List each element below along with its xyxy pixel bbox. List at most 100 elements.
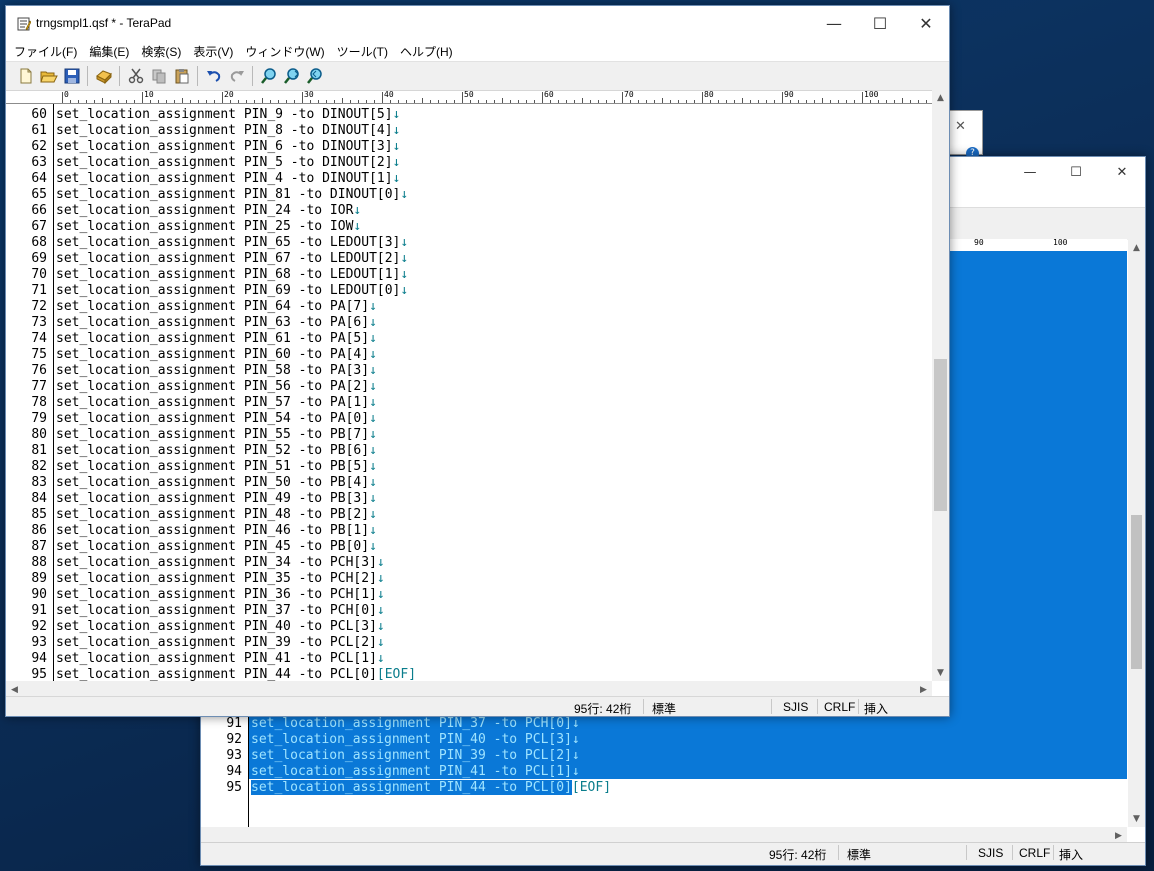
find-icon[interactable]	[257, 65, 280, 87]
line-number: 70	[31, 267, 47, 282]
new-file-icon[interactable]	[14, 65, 37, 87]
back-scroll-down-icon[interactable]: ▼	[1128, 810, 1145, 827]
dialog-close-icon[interactable]: ✕	[955, 119, 966, 134]
back-vertical-scrollbar[interactable]: ▲ ▼	[1128, 239, 1145, 827]
find-next-icon[interactable]	[280, 65, 303, 87]
ruler-tick	[718, 100, 719, 103]
ruler-tick	[206, 100, 207, 103]
line-text: set_location_assignment PIN_81 -to DINOU…	[56, 187, 401, 202]
print-icon[interactable]	[92, 65, 115, 87]
statusbar: 95行: 42桁 標準 SJIS CRLF 挿入	[6, 696, 949, 716]
status-mode: 標準	[652, 702, 677, 716]
scroll-up-icon[interactable]: ▲	[932, 89, 949, 106]
ruler-tick	[630, 100, 631, 103]
back-status-divider	[966, 845, 967, 860]
back-line-number: 92	[226, 732, 242, 747]
back-newline-mark-icon: ↓	[571, 732, 580, 747]
ruler-tick	[910, 100, 911, 103]
ruler-tick	[702, 92, 703, 103]
menu-edit[interactable]: 編集(E)	[83, 43, 135, 60]
titlebar: trngsmpl1.qsf * - TeraPad — ☐ ✕	[6, 6, 949, 41]
eof-marker: [EOF]	[376, 667, 417, 682]
ruler-label: 90	[784, 91, 794, 99]
ruler-tick	[422, 98, 423, 103]
text-line: 76 set_location_assignment PIN_58 -to PA[…	[6, 363, 416, 379]
line-number: 91	[31, 603, 47, 618]
copy-icon[interactable]	[147, 65, 170, 87]
menu-window[interactable]: ウィンドウ(W)	[239, 43, 330, 60]
back-maximize-button[interactable]: ☐	[1053, 157, 1099, 187]
back-vscroll-thumb[interactable]	[1131, 515, 1142, 669]
ruler-tick	[126, 100, 127, 103]
line-number: 89	[31, 571, 47, 586]
vscroll-thumb[interactable]	[934, 359, 947, 511]
close-button[interactable]: ✕	[903, 6, 949, 40]
scroll-down-icon[interactable]: ▼	[932, 664, 949, 681]
undo-icon[interactable]	[202, 65, 225, 87]
newline-mark-icon: ↓	[376, 555, 385, 570]
back-scroll-up-icon[interactable]: ▲	[1128, 239, 1145, 256]
line-text: set_location_assignment PIN_61 -to PA[5]	[56, 331, 370, 346]
menu-view[interactable]: 表示(V)	[187, 43, 239, 60]
text-line: 73 set_location_assignment PIN_63 -to PA[…	[6, 315, 416, 331]
ruler-tick	[830, 100, 831, 103]
line-number: 84	[31, 491, 47, 506]
background-dialog: ✕ ?	[948, 110, 983, 160]
ruler-tick	[486, 100, 487, 103]
ruler-label: 40	[384, 91, 394, 99]
text-line: 95 set_location_assignment PIN_44 -to PCL…	[6, 667, 416, 682]
text-line: 81 set_location_assignment PIN_52 -to PB[…	[6, 443, 416, 459]
cut-icon[interactable]	[124, 65, 147, 87]
back-minimize-button[interactable]: —	[1007, 157, 1053, 187]
ruler-tick	[782, 92, 783, 103]
text-line: 65 set_location_assignment PIN_81 -to DIN…	[6, 187, 416, 203]
caption-buttons: — ☐ ✕	[811, 6, 949, 40]
menu-file[interactable]: ファイル(F)	[8, 43, 83, 60]
ruler-tick	[806, 100, 807, 103]
find-prev-icon[interactable]	[303, 65, 326, 87]
menu-search[interactable]: 検索(S)	[135, 43, 187, 60]
vertical-scrollbar[interactable]: ▲ ▼	[932, 89, 949, 681]
save-icon[interactable]	[60, 65, 83, 87]
open-folder-icon[interactable]	[37, 65, 60, 87]
line-number: 92	[31, 619, 47, 634]
line-number: 68	[31, 235, 47, 250]
line-number: 83	[31, 475, 47, 490]
back-horizontal-scrollbar[interactable]: ▶	[201, 827, 1127, 843]
redo-icon[interactable]	[225, 65, 248, 87]
ruler-tick	[534, 100, 535, 103]
newline-mark-icon: ↓	[369, 475, 377, 490]
ruler-tick	[790, 100, 791, 103]
line-text: set_location_assignment PIN_34 -to PCH[3…	[56, 555, 377, 570]
text-line: 72 set_location_assignment PIN_64 -to PA[…	[6, 299, 416, 315]
back-status-divider	[1053, 845, 1054, 860]
text-editor[interactable]: 60 set_location_assignment PIN_9 -to DINO…	[6, 104, 949, 682]
newline-mark-icon: ↓	[369, 347, 377, 362]
ruler-tick	[214, 100, 215, 103]
ruler-tick	[774, 100, 775, 103]
back-newline-mark-icon: ↓	[571, 748, 580, 763]
paste-icon[interactable]	[170, 65, 193, 87]
ruler-tick	[558, 100, 559, 103]
line-number: 88	[31, 555, 47, 570]
ruler-tick	[862, 92, 863, 103]
line-text: set_location_assignment PIN_5 -to DINOUT…	[56, 155, 393, 170]
ruler-tick	[430, 100, 431, 103]
text-line: 66 set_location_assignment PIN_24 -to IOR…	[6, 203, 416, 219]
text-line: 91 set_location_assignment PIN_37 -to PCH…	[6, 603, 416, 619]
terapad-app-icon	[17, 17, 31, 31]
ruler-tick	[70, 100, 71, 103]
ruler-tick	[854, 100, 855, 103]
maximize-button[interactable]: ☐	[857, 6, 903, 40]
line-text: set_location_assignment PIN_46 -to PB[1]	[56, 523, 370, 538]
back-status-divider	[838, 845, 839, 860]
back-status-newline: CRLF	[1019, 846, 1051, 860]
minimize-button[interactable]: —	[811, 6, 857, 40]
menu-tools[interactable]: ツール(T)	[331, 43, 394, 60]
text-line: 69 set_location_assignment PIN_67 -to LED…	[6, 251, 416, 267]
line-text: set_location_assignment PIN_57 -to PA[1]	[56, 395, 370, 410]
ruler-tick	[166, 100, 167, 103]
back-eof-marker: [EOF]	[571, 780, 612, 795]
menu-help[interactable]: ヘルプ(H)	[394, 43, 459, 60]
back-close-button[interactable]: ✕	[1099, 157, 1145, 187]
